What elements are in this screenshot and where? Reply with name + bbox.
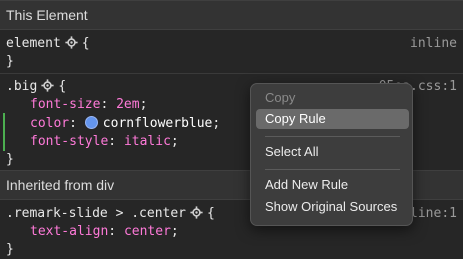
property-name[interactable]: text-align — [30, 224, 108, 239]
property-value[interactable]: cornflowerblue — [103, 116, 213, 131]
property-value[interactable]: center — [124, 224, 171, 239]
context-menu: Copy Copy Rule Select All Add New Rule S… — [250, 83, 413, 226]
menu-item-add-new-rule[interactable]: Add New Rule — [256, 175, 409, 195]
menu-separator — [265, 136, 400, 137]
gear-icon[interactable] — [190, 206, 203, 219]
menu-item-copy-rule[interactable]: Copy Rule — [256, 109, 409, 129]
close-brace: } — [6, 242, 14, 257]
declaration-font-style[interactable]: font-style: italic; — [30, 132, 179, 151]
property-value[interactable]: 2em — [116, 97, 139, 112]
rule-selector[interactable]: element — [6, 36, 61, 51]
close-brace: } — [6, 152, 14, 167]
section-header-this-element: This Element — [0, 0, 463, 30]
property-name[interactable]: font-style — [30, 134, 108, 149]
open-brace: { — [81, 36, 90, 51]
property-name[interactable]: color — [30, 116, 69, 131]
menu-item-copy[interactable]: Copy — [256, 88, 409, 108]
rule-selector-line: .big { — [6, 77, 66, 96]
declaration-text-align[interactable]: text-align: center; — [30, 222, 179, 241]
rule-selector[interactable]: .big — [6, 79, 37, 94]
declaration-color[interactable]: color: cornflowerblue; — [30, 114, 220, 133]
rule-source-link[interactable]: inline — [410, 34, 457, 53]
gear-icon[interactable] — [41, 79, 54, 92]
rule-selector[interactable]: .remark-slide > .center — [6, 206, 186, 221]
close-brace: } — [6, 54, 14, 69]
color-swatch-icon[interactable] — [84, 116, 98, 129]
gear-icon[interactable] — [65, 36, 78, 49]
open-brace: { — [58, 79, 67, 94]
property-name[interactable]: font-size — [30, 97, 100, 112]
rule-selector-line: .remark-slide > .center { — [6, 204, 215, 223]
rule-selector-line: element { — [6, 34, 90, 53]
declaration-font-size[interactable]: font-size: 2em; — [30, 95, 147, 114]
section-title: Inherited from div — [6, 177, 115, 193]
open-brace: { — [207, 206, 215, 221]
menu-item-select-all[interactable]: Select All — [256, 142, 409, 162]
menu-separator — [265, 169, 400, 170]
menu-item-show-original-sources[interactable]: Show Original Sources — [256, 197, 409, 217]
rule-element: element { inline } — [0, 31, 463, 73]
property-value[interactable]: italic — [124, 134, 171, 149]
section-title: This Element — [6, 7, 88, 23]
modified-marker — [3, 113, 5, 151]
